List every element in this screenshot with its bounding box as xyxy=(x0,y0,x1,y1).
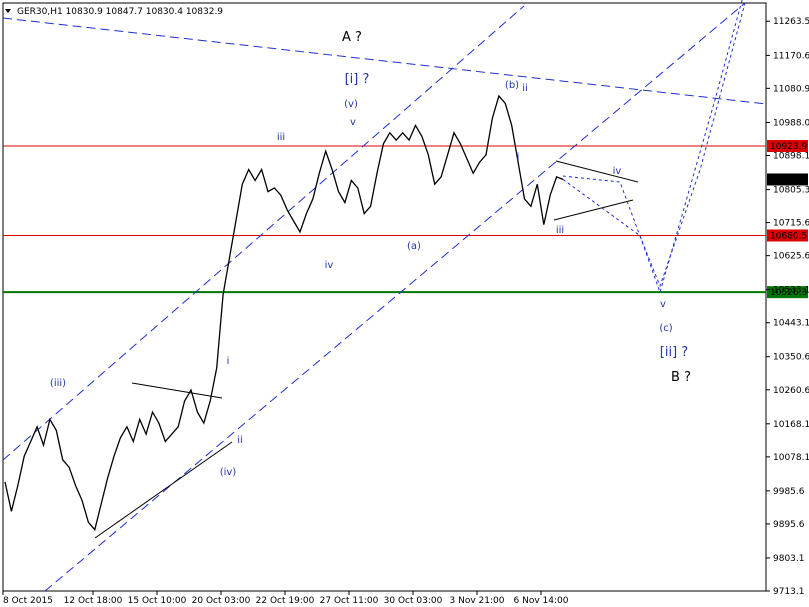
y-tick-label: 9985.6 xyxy=(773,487,805,497)
y-tick-label: 9803.1 xyxy=(773,554,805,564)
x-tick-label: 27 Oct 11:00 xyxy=(320,596,379,606)
y-tick-label: 10533.1 xyxy=(773,286,809,296)
forecast-alt-path-line xyxy=(562,2,746,288)
lower-channel-line xyxy=(44,2,746,592)
x-tick-label: 30 Oct 03:00 xyxy=(384,596,443,606)
wave-label: (iii) xyxy=(50,378,66,389)
wave-label: A ? xyxy=(342,30,362,45)
x-tick-label: 6 Nov 14:00 xyxy=(514,596,569,606)
y-tick-label: 11080.9 xyxy=(773,84,809,94)
wave-label: B ? xyxy=(671,370,691,385)
y-tick-label: 10715.6 xyxy=(773,219,809,229)
wave-label: ii xyxy=(237,435,243,446)
y-tick-label: 10443.1 xyxy=(773,319,809,329)
triangle-top-line xyxy=(131,382,223,399)
y-tick-label: 10988.0 xyxy=(773,118,809,128)
level-price-label: 10680.5 xyxy=(770,231,807,241)
x-tick-label: 12 Oct 18:00 xyxy=(64,596,123,606)
chart-header: GER30,H1 10830.9 10847.7 10830.4 10832.9 xyxy=(5,7,223,17)
y-tick-label: 10350.6 xyxy=(773,353,809,363)
y-axis: 11263.5 11170.6 11080.9 10988.0 10898.1 10805… xyxy=(766,17,809,597)
wave-label: (v) xyxy=(344,99,358,110)
y-tick-label: 9713.1 xyxy=(773,587,805,597)
wave-label: (c) xyxy=(659,323,672,334)
y-tick-label: 10625.6 xyxy=(773,252,809,262)
wave-label: [i] ? xyxy=(345,72,370,87)
wave-label: i xyxy=(517,152,520,163)
wave-label: v xyxy=(660,299,666,310)
wave-label: (a) xyxy=(407,241,421,252)
price-line xyxy=(4,94,564,532)
price-series xyxy=(4,94,564,532)
price-chart: 10923.910680.510526.310832.9 (iii)iii(iv… xyxy=(2,0,809,606)
upper-channel-line xyxy=(2,5,525,461)
wave-label: iv xyxy=(325,260,334,271)
y-tick-label: 10898.1 xyxy=(773,152,809,162)
dropdown-triangle-icon xyxy=(5,9,11,13)
wave-label: [ii] ? xyxy=(660,345,688,360)
y-tick-label: 10168.1 xyxy=(773,420,809,430)
x-tick-label: 8 Oct 2015 xyxy=(3,596,53,606)
x-axis: 8 Oct 2015 12 Oct 18:00 15 Oct 10:00 20 Oct… xyxy=(2,591,569,606)
wave-label: iii xyxy=(556,225,564,236)
triangle-bottom-line xyxy=(94,441,233,539)
y-tick-label: 10260.6 xyxy=(773,386,809,396)
horizontal-levels: 10923.910680.510526.310832.9 xyxy=(3,140,808,299)
wave-label: i xyxy=(227,356,230,367)
wave-label: ii xyxy=(522,83,528,94)
current-price-label: 10832.9 xyxy=(770,175,807,185)
wave-label: iii xyxy=(277,132,285,143)
y-tick-label: 10805.3 xyxy=(773,186,809,196)
y-tick-label: 11263.5 xyxy=(773,17,809,27)
symbol-label: GER30,H1 10830.9 10847.7 10830.4 10832.9 xyxy=(17,7,223,17)
y-tick-label: 10078.1 xyxy=(773,453,809,463)
small-triangle-top xyxy=(555,160,639,183)
x-tick-label: 3 Nov 21:00 xyxy=(450,596,505,606)
x-tick-label: 20 Oct 03:00 xyxy=(192,596,251,606)
small-triangle-bottom xyxy=(553,199,634,221)
wave-label: iv xyxy=(613,166,622,177)
upper-trend-line xyxy=(2,17,767,105)
trend-channels xyxy=(2,2,767,592)
wave-label: (b) xyxy=(505,80,519,91)
y-tick-label: 11170.6 xyxy=(773,51,809,61)
x-tick-label: 15 Oct 10:00 xyxy=(128,596,187,606)
y-tick-label: 9895.6 xyxy=(773,520,805,530)
wave-label: (iv) xyxy=(220,467,237,478)
x-tick-label: 22 Oct 19:00 xyxy=(256,596,315,606)
wave-labels: (iii)iii(iv)iii(v)viv(a)(b) iiiiviiiv(c)[… xyxy=(50,30,691,478)
wave-label: v xyxy=(350,117,356,128)
